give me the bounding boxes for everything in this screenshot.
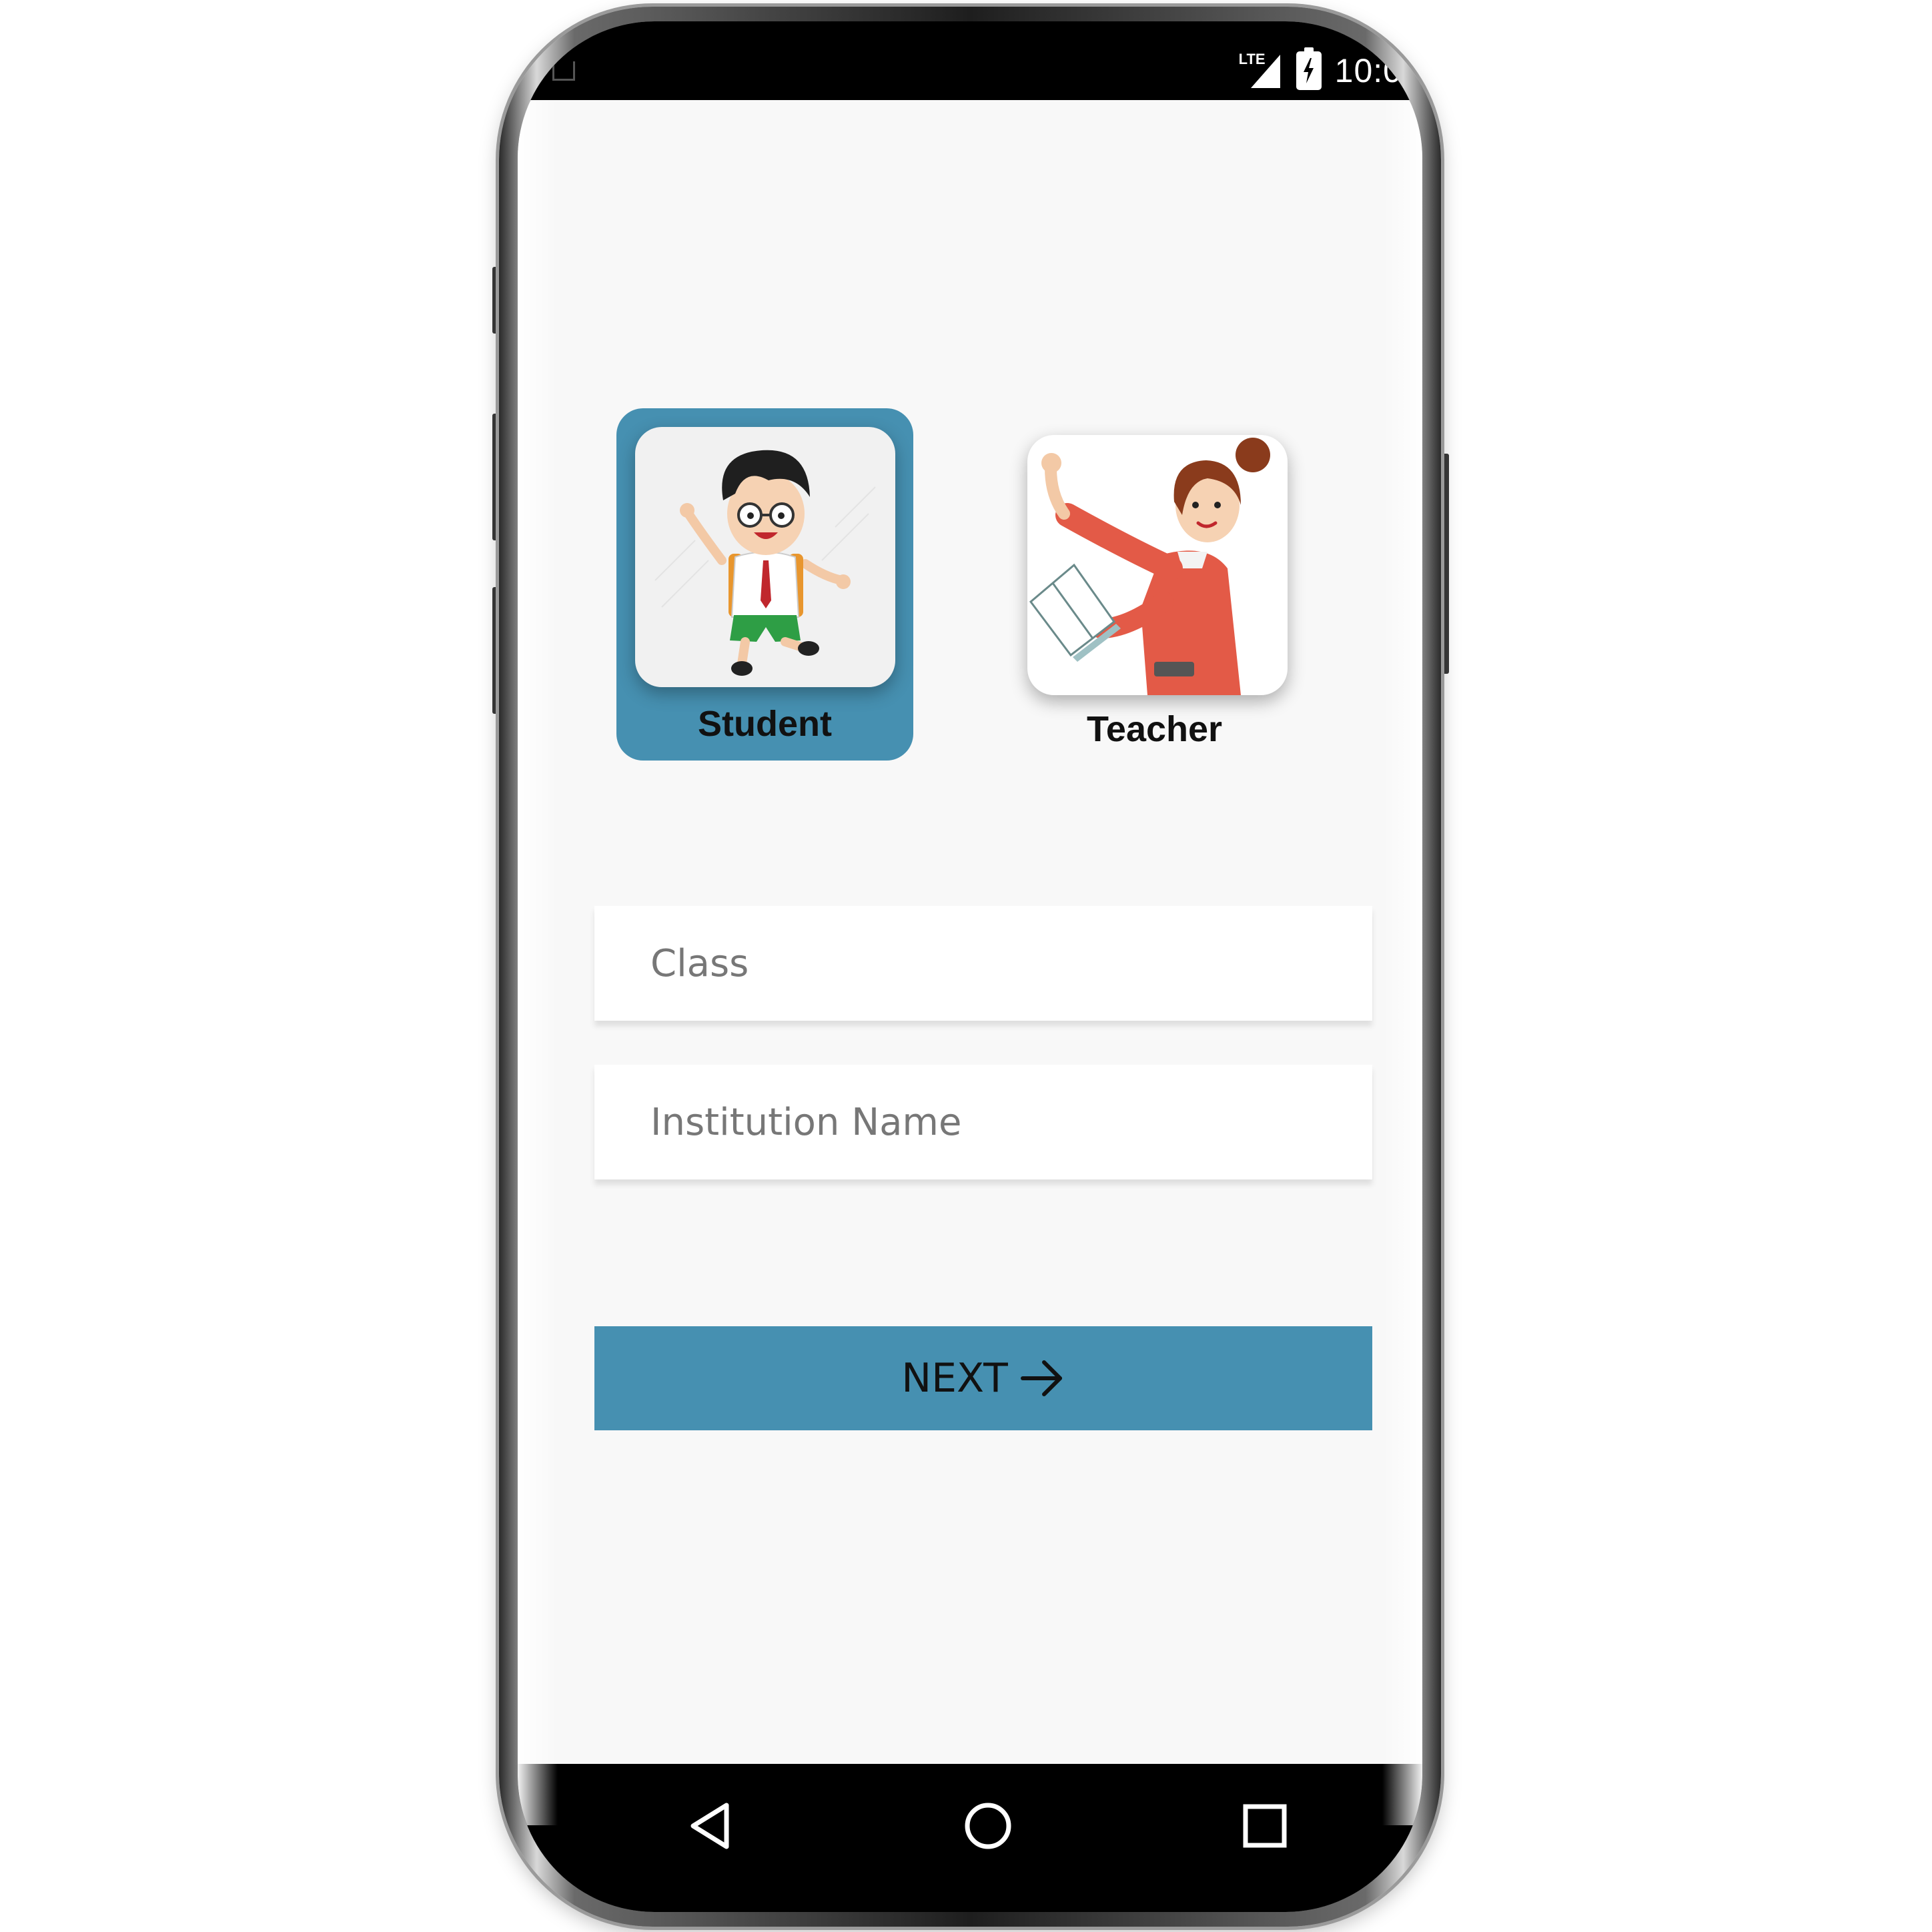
next-button-label: NEXT: [901, 1355, 1008, 1402]
app-screen: LTE 10:0 Student Teacher Class Instituti…: [518, 21, 1422, 1912]
battery-charging-icon: [1296, 47, 1322, 90]
back-icon[interactable]: [681, 1796, 741, 1856]
glass-edge-left: [518, 101, 558, 1825]
role-card-teacher[interactable]: Teacher: [1006, 408, 1303, 761]
side-button-power: [1441, 454, 1449, 674]
navigation-bar: [518, 1764, 1422, 1912]
side-button-volume-up: [492, 267, 499, 334]
phone-frame: LTE 10:0 Student Teacher Class Instituti…: [499, 7, 1441, 1927]
notification-icon: [552, 61, 575, 81]
institution-name-input[interactable]: [594, 1065, 1372, 1179]
role-label-teacher: Teacher: [1086, 709, 1223, 749]
class-input[interactable]: [594, 906, 1372, 1021]
status-bar: LTE 10:0: [518, 21, 1422, 100]
role-card-student[interactable]: Student: [616, 408, 913, 761]
recents-icon[interactable]: [1235, 1796, 1295, 1856]
glass-edge-right: [1382, 101, 1422, 1825]
status-time: 10:0: [1334, 52, 1402, 89]
side-button-volume-down: [492, 414, 499, 540]
next-button[interactable]: NEXT: [594, 1326, 1372, 1430]
phone-bezel: LTE 10:0 Student Teacher Class Instituti…: [518, 21, 1422, 1912]
student-illustration: [654, 450, 876, 676]
role-label-student: Student: [698, 704, 832, 744]
teacher-avatar-box: [1027, 435, 1288, 695]
arrow-right-icon: [1020, 1360, 1062, 1396]
side-button-bixby: [492, 587, 499, 714]
lte-signal-icon: LTE: [1239, 51, 1283, 91]
student-avatar-box: [635, 427, 895, 687]
teacher-illustration: [1029, 438, 1270, 695]
home-icon[interactable]: [958, 1796, 1018, 1856]
status-icons: LTE 10:0: [1239, 47, 1402, 91]
